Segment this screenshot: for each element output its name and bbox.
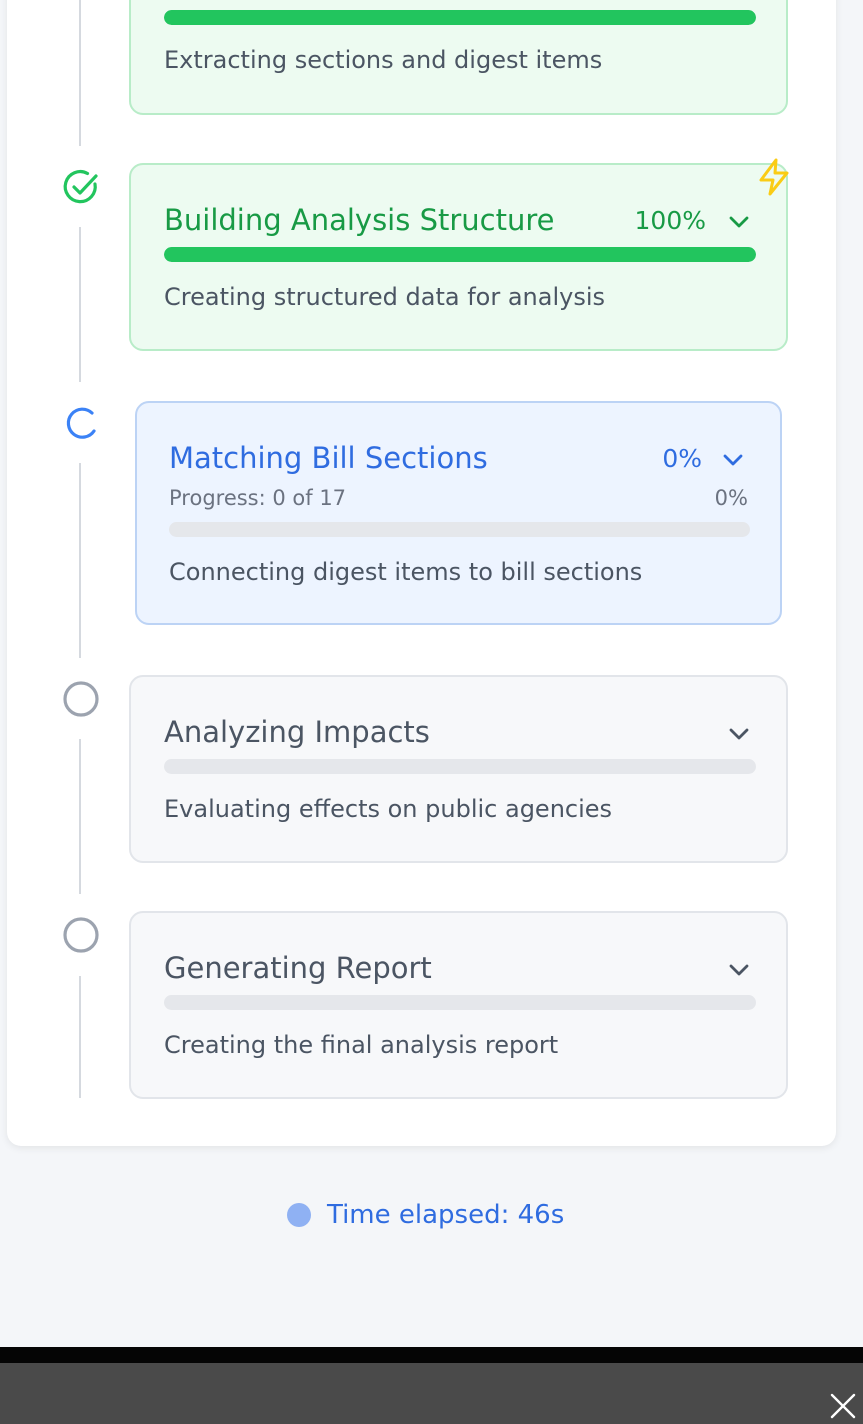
step-card-analyzing-impacts[interactable]: Analyzing Impacts Evaluating effects on … bbox=[129, 675, 788, 863]
step-card-generating-report[interactable]: Generating Report Creating the final ana… bbox=[129, 911, 788, 1099]
step-description: Connecting digest items to bill sections bbox=[169, 558, 643, 586]
step-description: Extracting sections and digest items bbox=[164, 46, 603, 74]
step-progress-fill bbox=[164, 10, 756, 25]
step-progress-bar bbox=[164, 995, 756, 1010]
step-card-building-analysis[interactable]: Building Analysis Structure 100% Creatin… bbox=[129, 163, 788, 351]
empty-circle-icon bbox=[63, 917, 99, 953]
step-card-matching-sections[interactable]: Matching Bill Sections 0% Progress: 0 of… bbox=[135, 401, 782, 625]
step-percent: 100% bbox=[634, 206, 706, 235]
bottom-bar bbox=[0, 1363, 863, 1424]
step-percent: 0% bbox=[662, 444, 702, 473]
time-elapsed-indicator: Time elapsed: 46s bbox=[287, 1196, 564, 1234]
step-card-extracting[interactable]: Extracting sections and digest items bbox=[129, 0, 788, 115]
step-title: Generating Report bbox=[164, 951, 432, 985]
step-progress-bar bbox=[164, 759, 756, 774]
timeline-connector bbox=[79, 0, 81, 146]
chevron-down-icon[interactable] bbox=[728, 963, 750, 977]
close-icon[interactable] bbox=[829, 1392, 857, 1420]
chevron-down-icon[interactable] bbox=[728, 727, 750, 741]
bottom-bar-edge bbox=[0, 1347, 863, 1363]
step-progress-bar bbox=[169, 522, 750, 537]
chevron-down-icon[interactable] bbox=[722, 453, 744, 467]
timeline-connector bbox=[79, 976, 81, 1098]
progress-percent-label: 0% bbox=[714, 486, 748, 510]
step-progress-bar bbox=[164, 10, 756, 25]
time-elapsed-label: Time elapsed: 46s bbox=[327, 1200, 565, 1230]
step-title: Building Analysis Structure bbox=[164, 203, 555, 237]
chevron-down-icon[interactable] bbox=[728, 215, 750, 229]
timeline-connector bbox=[79, 463, 81, 658]
check-circle-icon bbox=[63, 170, 98, 204]
progress-count-label: Progress: 0 of 17 bbox=[169, 486, 347, 510]
empty-circle-icon bbox=[63, 681, 99, 717]
lightning-icon bbox=[759, 158, 789, 196]
step-description: Evaluating effects on public agencies bbox=[164, 795, 613, 823]
step-description: Creating the final analysis report bbox=[164, 1031, 559, 1059]
status-dot bbox=[287, 1203, 311, 1227]
step-title: Matching Bill Sections bbox=[169, 441, 488, 475]
step-description: Creating structured data for analysis bbox=[164, 283, 605, 311]
loading-spinner-icon bbox=[66, 407, 96, 439]
step-progress-bar bbox=[164, 247, 756, 262]
step-title: Analyzing Impacts bbox=[164, 715, 430, 749]
timeline-connector bbox=[79, 227, 81, 382]
timeline-connector bbox=[79, 739, 81, 894]
step-progress-fill bbox=[164, 247, 756, 262]
